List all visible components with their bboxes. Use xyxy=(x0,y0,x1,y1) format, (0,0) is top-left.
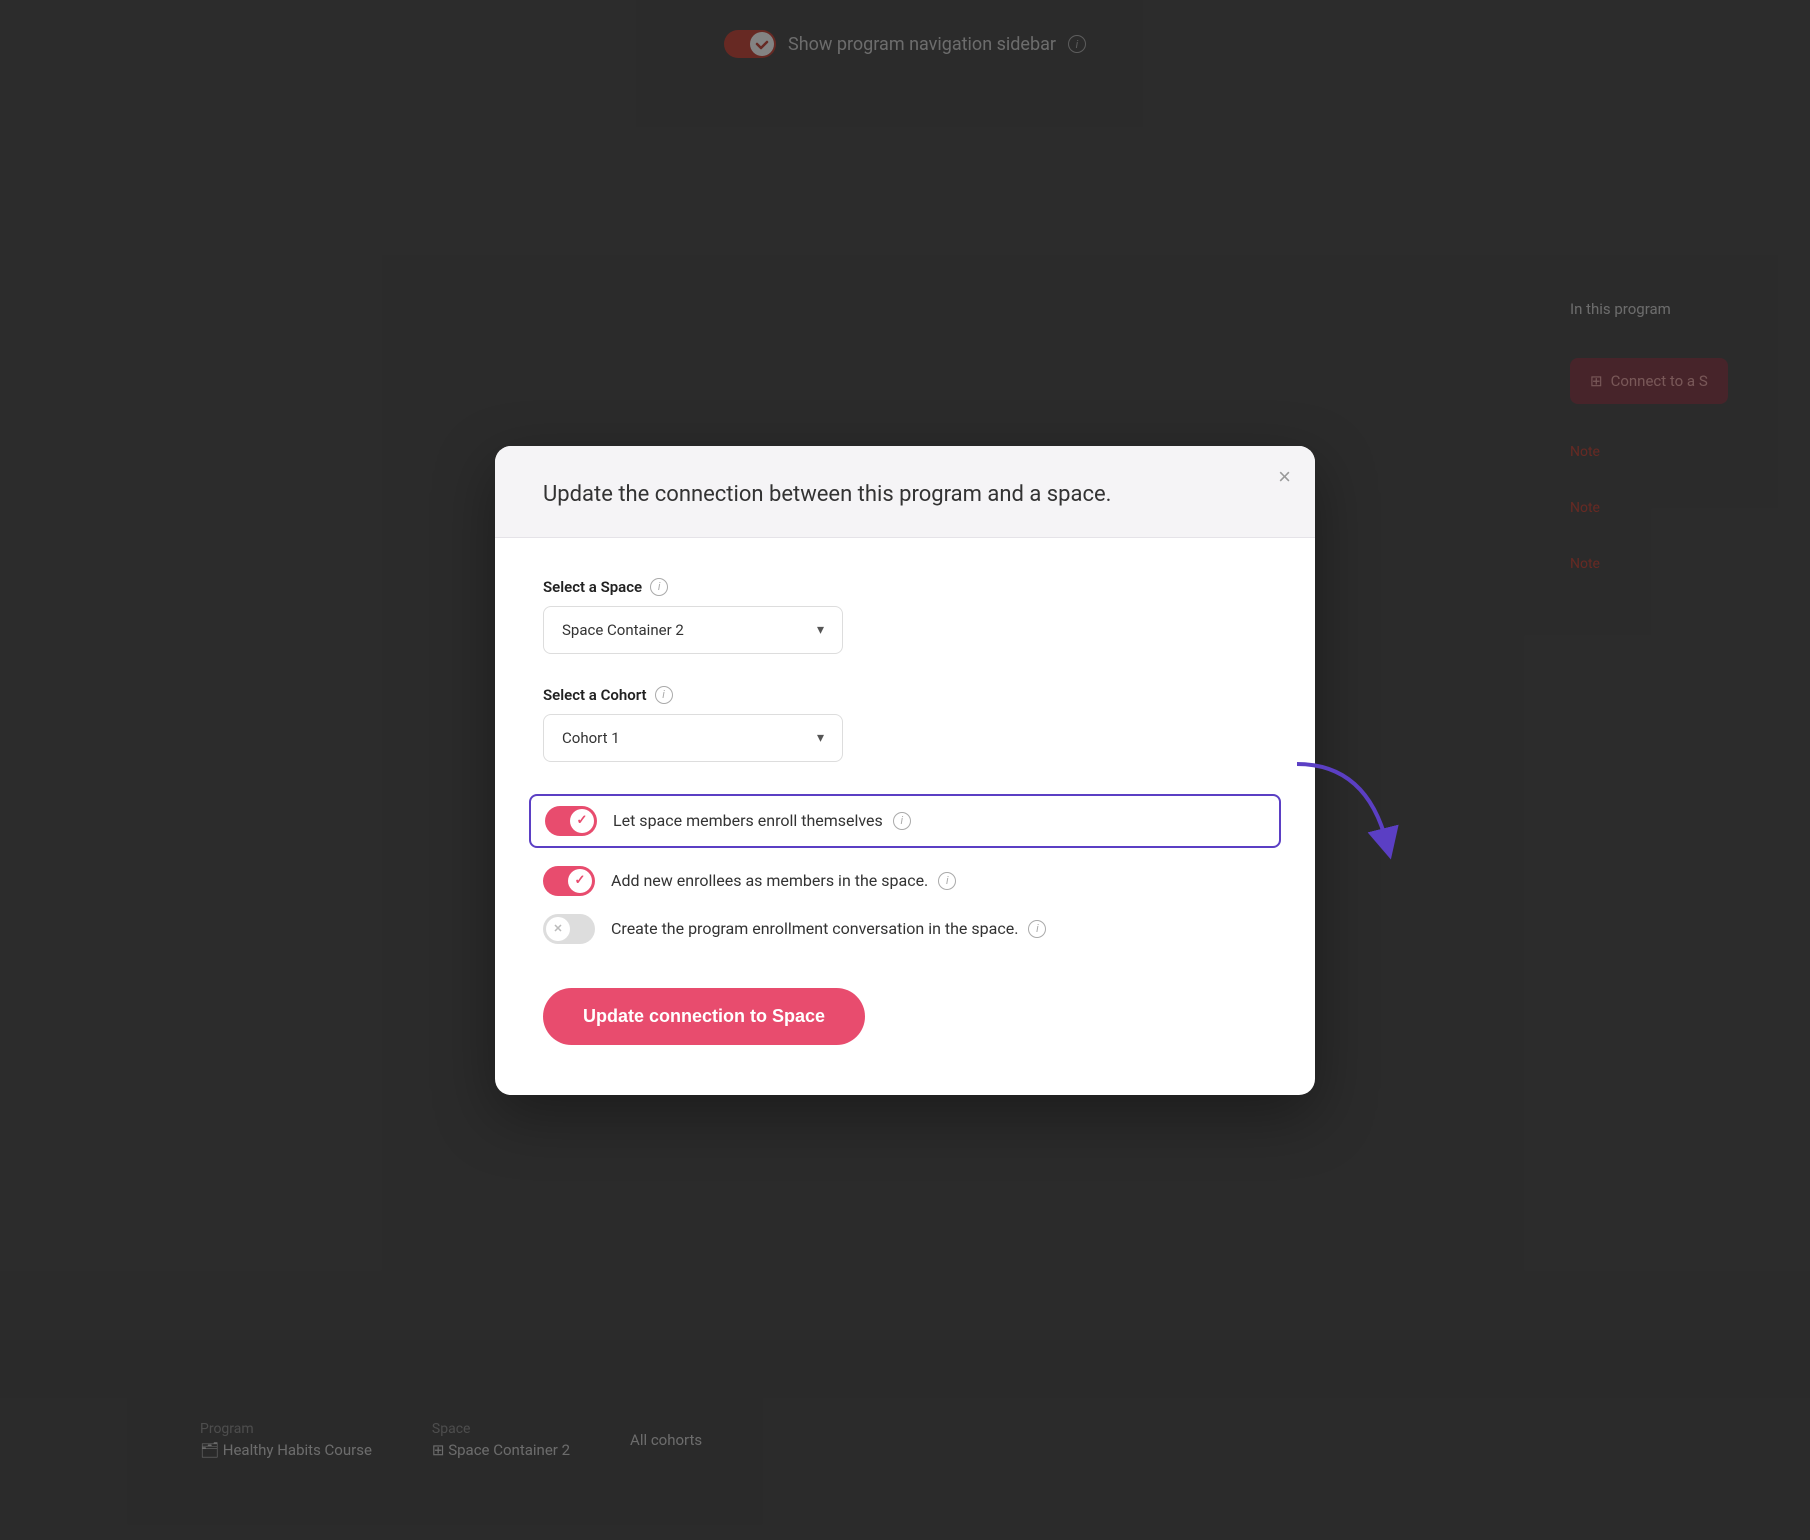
select-cohort-label: Select a Cohort i xyxy=(543,686,1267,704)
toggle-track xyxy=(545,806,597,836)
create-enrollment-convo-toggle[interactable] xyxy=(543,914,595,944)
toggle-thumb-3 xyxy=(546,917,570,941)
arrow-annotation xyxy=(1267,754,1427,874)
select-cohort-value: Cohort 1 xyxy=(562,729,620,747)
toggle-track-2 xyxy=(543,866,595,896)
select-space-dropdown[interactable]: Space Container 2 ▾ xyxy=(543,606,843,654)
add-new-enrollees-label: Add new enrollees as members in the spac… xyxy=(611,871,956,890)
create-enrollment-convo-label: Create the program enrollment conversati… xyxy=(611,919,1046,938)
select-cohort-group: Select a Cohort i Cohort 1 ▾ xyxy=(543,686,1267,762)
let-space-members-label: Let space members enroll themselves i xyxy=(613,811,911,830)
select-space-value: Space Container 2 xyxy=(562,621,684,639)
close-button[interactable]: × xyxy=(1278,466,1291,488)
select-cohort-dropdown[interactable]: Cohort 1 ▾ xyxy=(543,714,843,762)
select-space-chevron: ▾ xyxy=(817,622,824,638)
add-new-enrollees-row: Add new enrollees as members in the spac… xyxy=(543,866,1267,896)
update-connection-button[interactable]: Update connection to Space xyxy=(543,988,865,1045)
select-cohort-info-icon: i xyxy=(655,686,673,704)
toggle-thumb-2 xyxy=(568,869,592,893)
toggle-track-3 xyxy=(543,914,595,944)
modal-title: Update the connection between this progr… xyxy=(543,482,1267,507)
let-space-members-info-icon: i xyxy=(893,812,911,830)
create-enrollment-convo-row: Create the program enrollment conversati… xyxy=(543,914,1267,944)
let-space-members-toggle[interactable] xyxy=(545,806,597,836)
modal-body: Select a Space i Space Container 2 ▾ Sel… xyxy=(495,538,1315,1095)
toggle-section: Let space members enroll themselves i xyxy=(543,794,1267,944)
modal-overlay: Update the connection between this progr… xyxy=(0,0,1810,1540)
select-cohort-chevron: ▾ xyxy=(817,730,824,746)
toggle-thumb xyxy=(570,809,594,833)
select-space-group: Select a Space i Space Container 2 ▾ xyxy=(543,578,1267,654)
add-new-enrollees-toggle[interactable] xyxy=(543,866,595,896)
create-enrollment-convo-info-icon: i xyxy=(1028,920,1046,938)
let-space-members-row: Let space members enroll themselves i xyxy=(529,794,1281,848)
select-space-label: Select a Space i xyxy=(543,578,1267,596)
let-space-members-wrapper: Let space members enroll themselves i xyxy=(543,794,1267,848)
add-new-enrollees-info-icon: i xyxy=(938,872,956,890)
select-space-info-icon: i xyxy=(650,578,668,596)
modal-header: Update the connection between this progr… xyxy=(495,446,1315,538)
modal: Update the connection between this progr… xyxy=(495,446,1315,1095)
